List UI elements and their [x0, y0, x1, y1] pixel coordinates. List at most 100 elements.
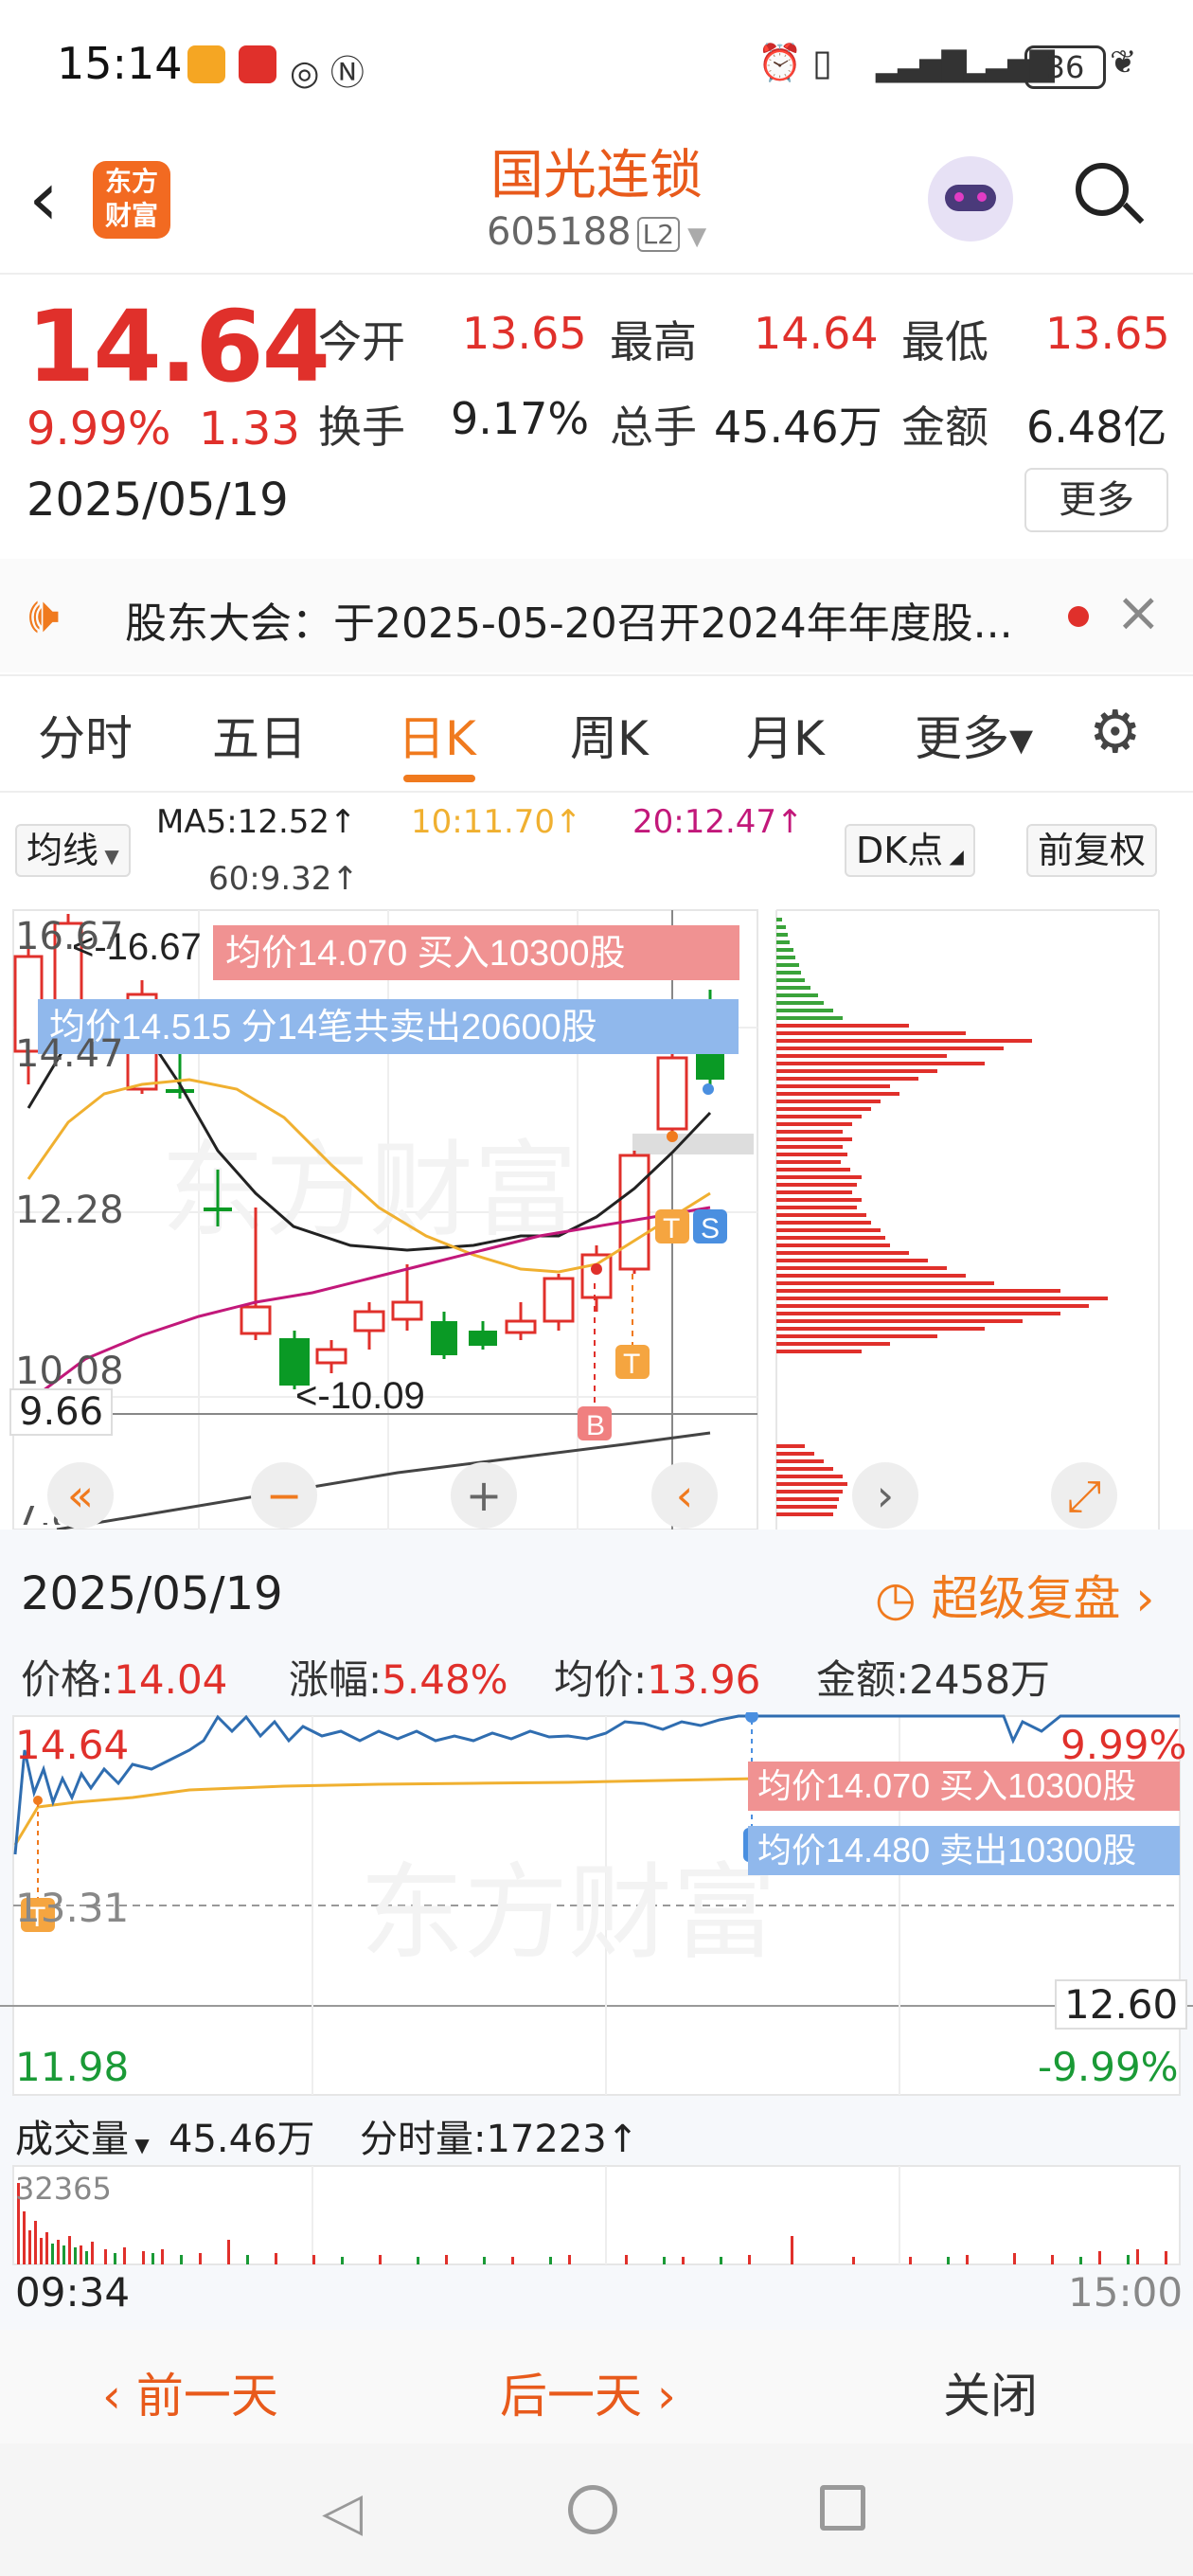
- min-marker: <-10.09: [295, 1375, 425, 1417]
- header-divider: [0, 273, 1193, 275]
- low-label: 最低: [901, 316, 988, 367]
- tab-more[interactable]: 更多▾: [915, 701, 1033, 769]
- robot-assistant-avatar[interactable]: [928, 156, 1013, 242]
- next-day-button[interactable]: 后一天 ›: [500, 2358, 676, 2426]
- zoom-out-left-button[interactable]: «: [47, 1462, 114, 1529]
- current-price: 14.64: [27, 289, 330, 404]
- prev-day-button[interactable]: ‹ 前一天: [102, 2358, 278, 2426]
- chevron-left-icon: ‹: [102, 2369, 136, 2424]
- tab-five-day[interactable]: 五日: [212, 701, 307, 769]
- low-value: 13.65: [1045, 308, 1170, 359]
- prev-day-label: 前一天: [135, 2369, 278, 2424]
- intraday-amount-value: 2458万: [909, 1656, 1051, 1703]
- kline-buy-tag: 均价14.070 买入10300股: [225, 934, 625, 974]
- intraday-price-value: 14.04: [114, 1656, 228, 1703]
- t-marker-2-text: T: [663, 1213, 680, 1244]
- kline-y-mid1: 14.47: [15, 1032, 124, 1076]
- s-dot: [703, 1083, 714, 1095]
- dk-point-button[interactable]: DK点 ◢: [845, 824, 975, 877]
- tab-weekly-k[interactable]: 周K: [570, 701, 649, 769]
- intraday-chart[interactable]: 东方财富 T S 均价14.070 买入10300股 均价14.480 卖出10…: [0, 1712, 1193, 2101]
- chevron-down-icon: ▼: [129, 2134, 150, 2156]
- kline-crosshair-price: 9.66: [9, 1388, 114, 1436]
- signal-icon: ▂▃▅▇: [876, 45, 967, 83]
- kline-sell-tag: 均价14.515 分14笔共卖出20600股: [49, 1008, 597, 1047]
- corner-triangle-icon: ◢: [943, 845, 964, 868]
- volume-value: 45.46万: [714, 402, 882, 453]
- stock-code-row[interactable]: 605188 L2 ▼: [0, 210, 1193, 254]
- s-marker-text: S: [701, 1213, 720, 1244]
- next-day-label: 后一天: [500, 2369, 642, 2424]
- volume-label: 总手: [610, 402, 697, 453]
- intraday-watermark: 东方财富: [360, 1855, 776, 1972]
- ma5-label: MA5:12.52↑: [156, 803, 357, 841]
- open-label: 今开: [318, 316, 405, 367]
- kline-chart[interactable]: 东方财富 均价14.070 买入10300股 均价14.515 分14笔共卖出2…: [0, 904, 1193, 1530]
- super-replay-link[interactable]: ◷ 超级复盘 ›: [875, 1561, 1154, 1629]
- intraday-change-value: 5.48%: [382, 1656, 508, 1703]
- intraday-price: 价格:14.04: [21, 1648, 227, 1706]
- intraday-buy-tag: 均价14.070 买入10300股: [757, 1766, 1136, 1805]
- chevron-down-icon: ▼: [687, 223, 707, 251]
- price-adjust-button[interactable]: 前复权: [1026, 824, 1158, 877]
- more-quote-button[interactable]: 更多: [1024, 468, 1168, 532]
- unread-dot: [1068, 606, 1089, 627]
- high-value: 14.64: [754, 308, 879, 359]
- history-icon: ◷: [875, 1571, 932, 1626]
- volume-chart: [12, 2165, 1181, 2265]
- kline-watermark: 东方财富: [161, 1133, 578, 1249]
- intraday-date: 2025/05/19: [21, 1567, 283, 1620]
- volume-selector-label: 成交量: [15, 2118, 129, 2161]
- kline-y-mid3: 10.08: [15, 1350, 124, 1393]
- b-marker-text: B: [586, 1410, 605, 1441]
- leaf-icon: ❦: [1110, 44, 1137, 81]
- status-time: 15:14: [57, 38, 183, 89]
- vibrate-icon: ▯: [812, 42, 832, 83]
- intraday-avg-value: 13.96: [647, 1656, 761, 1703]
- announcement-text: 股东大会：于2025-05-20召开2024年年度股...: [125, 599, 1013, 648]
- chevron-down-icon: ▼: [98, 845, 119, 868]
- ma10-label: 10:11.70↑: [411, 803, 582, 841]
- system-nav-bar: ◁: [0, 2443, 1193, 2576]
- intraday-amount-label: 金额:: [816, 1656, 910, 1703]
- intraday-avg-label: 均价:: [554, 1656, 648, 1703]
- alarm-icon: ⏰: [757, 42, 803, 83]
- status-bar: 15:14 ◎ Ⓝ ⏰ ▯ ▂▃▅▇ ▂▃▅▇ 36 ❦: [0, 0, 1193, 133]
- intraday-pct-top: 9.99%: [1060, 1722, 1187, 1768]
- open-value: 13.65: [462, 308, 587, 359]
- close-icon[interactable]: ×: [1115, 580, 1162, 644]
- stock-app-icon: [239, 45, 276, 83]
- intraday-y-top: 14.64: [15, 1722, 130, 1768]
- zoom-in-button[interactable]: +: [451, 1462, 517, 1529]
- speaker-icon: 🕪: [28, 587, 60, 644]
- gear-icon[interactable]: ⚙: [1089, 697, 1142, 766]
- tab-daily-k[interactable]: 日K: [398, 701, 476, 769]
- ma-selector[interactable]: 均线 ▼: [15, 824, 131, 877]
- announcement-bar[interactable]: 🕪 股东大会：于2025-05-20召开2024年年度股... ×: [0, 559, 1193, 672]
- recents-nav-icon[interactable]: [820, 2485, 865, 2531]
- level2-badge: L2: [636, 216, 681, 252]
- expand-icon[interactable]: ⤢: [1051, 1462, 1117, 1529]
- time-end: 15:00: [1068, 2269, 1184, 2316]
- zoom-out-button[interactable]: −: [251, 1462, 317, 1529]
- super-replay-label: 超级复盘: [931, 1571, 1121, 1626]
- time-start: 09:34: [15, 2269, 131, 2316]
- scroll-right-button[interactable]: ›: [852, 1462, 918, 1529]
- dk-point-label: DK点: [856, 830, 944, 871]
- amount-value: 6.48亿: [1026, 402, 1167, 453]
- intraday-amount: 金额:2458万: [816, 1648, 1050, 1706]
- change-pct: 9.99%: [27, 402, 171, 456]
- volume-selector[interactable]: 成交量 ▼: [15, 2108, 150, 2163]
- close-button[interactable]: 关闭: [943, 2358, 1038, 2426]
- tab-intraday[interactable]: 分时: [38, 701, 133, 769]
- home-nav-icon[interactable]: [568, 2485, 617, 2534]
- scroll-left-button[interactable]: ‹: [651, 1462, 718, 1529]
- turnover-label: 换手: [318, 402, 405, 453]
- back-nav-icon[interactable]: ◁: [322, 2481, 363, 2543]
- tab-monthly-k[interactable]: 月K: [746, 701, 825, 769]
- t-marker-text: T: [623, 1349, 640, 1380]
- intraday-price-label: 价格:: [21, 1656, 115, 1703]
- search-icon[interactable]: [1076, 163, 1129, 216]
- kline-y-mid2: 12.28: [15, 1189, 124, 1232]
- t-dot: [667, 1131, 678, 1142]
